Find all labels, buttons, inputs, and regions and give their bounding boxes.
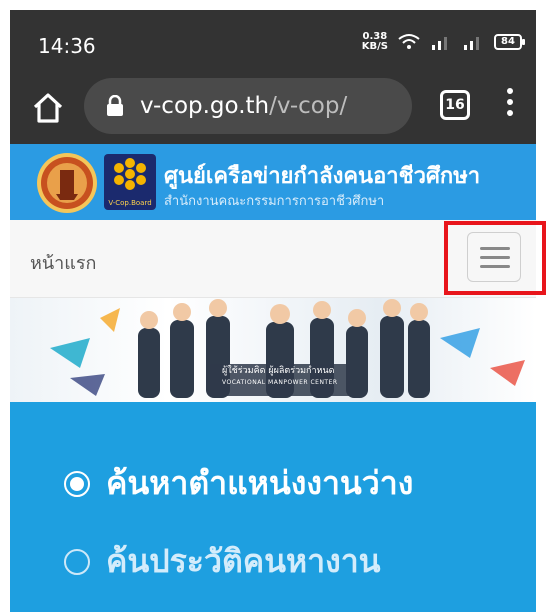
highlight-annotation-box <box>444 221 546 295</box>
vcop-logo[interactable]: V-Cop.Board <box>104 154 156 210</box>
radio-label: ค้นหาตำแหน่งงานว่าง <box>106 464 414 502</box>
network-speed: 0.38 KB/S <box>361 31 388 52</box>
radio-label: ค้นประวัติคนหางาน <box>106 542 381 580</box>
status-bar: 14:36 0.38 KB/S 84 <box>10 10 536 74</box>
status-icons: 0.38 KB/S 84 <box>361 31 525 52</box>
vcop-flower-icon <box>114 158 146 190</box>
radio-selected-icon[interactable] <box>64 470 90 497</box>
search-type-panel: ค้นหาตำแหน่งงานว่าง ค้นประวัติคนหางาน <box>10 402 536 612</box>
lock-icon <box>107 95 123 116</box>
ovec-emblem-logo[interactable] <box>36 152 98 214</box>
url-domain: v-cop.go.th <box>140 93 270 119</box>
tab-switcher-button[interactable]: 16 <box>440 90 470 120</box>
signal-icon <box>464 37 479 50</box>
home-icon[interactable] <box>30 90 66 126</box>
radio-search-jobs[interactable]: ค้นหาตำแหน่งงานว่าง <box>64 458 413 509</box>
banner-caption: ผู้ใช้ร่วมคิด ผู้ผลิตร่วมกำหนด VOCATIONA… <box>222 366 338 386</box>
site-subtitle: สำนักงานคณะกรรมการการอาชีวศึกษา <box>164 194 385 209</box>
hero-banner: ผู้ใช้ร่วมคิด ผู้ผลิตร่วมกำหนด VOCATIONA… <box>10 298 536 402</box>
site-title: ศูนย์เครือข่ายกำลังคนอาชีวศึกษา <box>164 164 481 189</box>
nav-home-link[interactable]: หน้าแรก <box>30 248 96 277</box>
battery-indicator: 84 <box>494 34 525 50</box>
signal-icon <box>432 37 447 50</box>
site-header: V-Cop.Board ศูนย์เครือข่ายกำลังคนอาชีวศึ… <box>10 144 536 220</box>
status-time: 14:36 <box>38 34 96 58</box>
browser-toolbar: v-cop.go.th/v-cop/ 16 <box>10 74 536 144</box>
browser-menu-icon[interactable] <box>502 88 518 124</box>
address-bar[interactable]: v-cop.go.th/v-cop/ <box>84 78 412 134</box>
wifi-icon <box>398 34 420 49</box>
url-path: /v-cop/ <box>269 93 348 119</box>
radio-unselected-icon[interactable] <box>64 548 90 575</box>
radio-search-resumes[interactable]: ค้นประวัติคนหางาน <box>64 536 381 587</box>
